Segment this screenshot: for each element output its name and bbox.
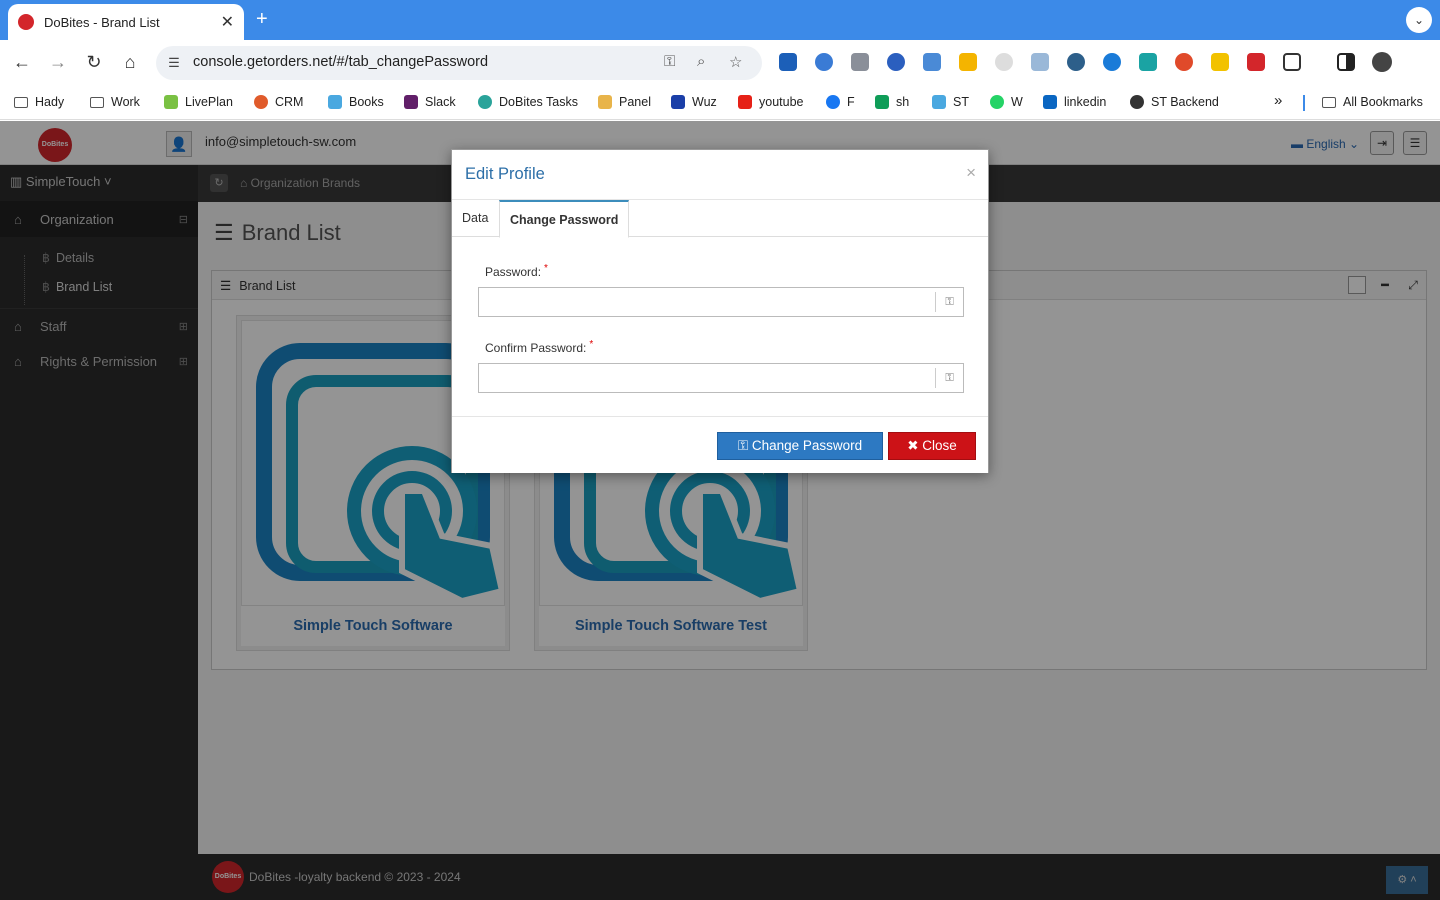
required-mark: *	[589, 339, 594, 350]
extension-icon-4[interactable]	[887, 53, 905, 71]
close-icon[interactable]: ×	[966, 163, 976, 183]
bookmarks-bar: Hady Work LivePlan CRM Books Slack DoBit…	[0, 86, 1440, 120]
new-tab-icon[interactable]: +	[256, 8, 268, 31]
tab-data[interactable]: Data	[452, 200, 498, 237]
close-tab-icon[interactable]: ✕	[221, 12, 234, 32]
password-label: Password: *	[485, 263, 548, 279]
bookmark-liveplan[interactable]: LivePlan	[164, 95, 233, 109]
bookmark-st-backend[interactable]: ST Backend	[1130, 95, 1219, 109]
browser-tab-bar: DoBites - Brand List ✕ + ⌄	[0, 0, 1440, 40]
extensions-puzzle-icon[interactable]	[1283, 53, 1301, 71]
extension-icon-11[interactable]	[1139, 53, 1157, 71]
tab-title: DoBites - Brand List	[44, 14, 160, 30]
app-root: DoBites 👤 info@simpletouch-sw.com ▬ Engl…	[0, 121, 1440, 900]
change-password-button[interactable]: ⚿ Change Password	[717, 432, 883, 460]
bookmark-hady[interactable]: Hady	[14, 95, 64, 109]
bookmark-slack[interactable]: Slack	[404, 95, 456, 109]
tasks-icon	[478, 95, 492, 109]
modal-footer: ⚿ Change Password ✖ Close	[452, 416, 988, 473]
youtube-icon	[738, 95, 752, 109]
dobites-favicon-icon	[18, 14, 34, 30]
edit-profile-modal: Edit Profile × Data Change Password Pass…	[451, 149, 989, 473]
password-input[interactable]	[479, 288, 935, 316]
modal-header: Edit Profile ×	[452, 150, 988, 200]
folder-icon	[1322, 96, 1336, 108]
confirm-password-input[interactable]	[479, 364, 935, 392]
key-icon: ⚿	[935, 368, 963, 388]
home-icon[interactable]: ⌂	[118, 52, 142, 73]
profile-avatar[interactable]	[1372, 52, 1392, 72]
sheets-icon	[875, 95, 889, 109]
bookmark-books[interactable]: Books	[328, 95, 384, 109]
bookmark-linkedin[interactable]: linkedin	[1043, 95, 1106, 109]
folder-icon	[14, 96, 28, 108]
close-icon: ✖	[907, 438, 923, 453]
back-icon[interactable]: ←	[10, 52, 34, 73]
bookmark-dobites-tasks[interactable]: DoBites Tasks	[478, 95, 578, 109]
extension-icon-7[interactable]	[995, 53, 1013, 71]
slack-icon	[404, 95, 418, 109]
modal-title: Edit Profile	[465, 165, 545, 183]
bookmark-youtube[interactable]: youtube	[738, 95, 803, 109]
wuz-icon	[671, 95, 685, 109]
address-bar[interactable]: ☰ console.getorders.net/#/tab_changePass…	[156, 46, 762, 80]
confirm-password-label: Confirm Password: *	[485, 339, 594, 355]
extension-icon-9[interactable]	[1067, 53, 1085, 71]
bookmark-work[interactable]: Work	[90, 95, 140, 109]
extension-icon-8[interactable]	[1031, 53, 1049, 71]
linkedin-icon	[1043, 95, 1057, 109]
edge-icon[interactable]	[1103, 53, 1121, 71]
required-mark: *	[544, 263, 548, 274]
url-text: console.getorders.net/#/tab_changePasswo…	[193, 54, 489, 70]
folder-icon	[90, 96, 104, 108]
liveplan-icon	[164, 95, 178, 109]
crm-icon	[254, 95, 268, 109]
key-icon: ⚿	[935, 292, 963, 312]
tab-change-password[interactable]: Change Password	[499, 200, 630, 238]
extension-icon-12[interactable]	[1175, 53, 1193, 71]
key-icon[interactable]: ⚿	[664, 53, 675, 70]
close-button[interactable]: ✖ Close	[888, 432, 976, 460]
reload-icon[interactable]: ↻	[82, 52, 106, 73]
books-icon	[328, 95, 342, 109]
google-ads-icon[interactable]	[959, 53, 977, 71]
bookmark-crm[interactable]: CRM	[254, 95, 303, 109]
extension-icon-1[interactable]	[779, 53, 797, 71]
bookmark-w[interactable]: W	[990, 95, 1023, 109]
bookmark-star-icon[interactable]: ☆	[729, 53, 742, 71]
browser-toolbar: ← → ↻ ⌂ ☰ console.getorders.net/#/tab_ch…	[0, 40, 1440, 114]
modal-tabs: Data Change Password	[452, 200, 988, 238]
zoom-icon[interactable]: ⌕	[697, 53, 705, 70]
panel-icon	[598, 95, 612, 109]
tab-search-chevron-icon[interactable]: ⌄	[1406, 7, 1432, 33]
site-info-icon[interactable]: ☰	[164, 53, 184, 73]
whatsapp-icon	[990, 95, 1004, 109]
all-bookmarks-folder[interactable]: All Bookmarks	[1322, 95, 1423, 109]
bookmark-facebook[interactable]: F	[826, 95, 855, 109]
more-bookmarks-chevron-icon[interactable]: »	[1274, 92, 1282, 109]
confirm-password-field: ⚿	[478, 363, 964, 393]
key-icon: ⚿	[737, 438, 752, 453]
extension-icon-2[interactable]	[815, 53, 833, 71]
calendar-extension-icon[interactable]	[1211, 53, 1229, 71]
password-field: ⚿	[478, 287, 964, 317]
globe-icon	[1130, 95, 1144, 109]
bookmark-wuz[interactable]: Wuz	[671, 95, 717, 109]
bookmark-sh[interactable]: sh	[875, 95, 909, 109]
side-panel-icon[interactable]	[1337, 53, 1355, 71]
forward-icon[interactable]: →	[46, 52, 70, 73]
pdf-icon[interactable]	[1247, 53, 1265, 71]
facebook-icon	[826, 95, 840, 109]
st-icon	[932, 95, 946, 109]
browser-tab[interactable]: DoBites - Brand List ✕	[8, 4, 244, 40]
extension-icon-3[interactable]	[851, 53, 869, 71]
bookmark-st[interactable]: ST	[932, 95, 969, 109]
bookmark-panel[interactable]: Panel	[598, 95, 651, 109]
extension-icon-5[interactable]	[923, 53, 941, 71]
bookmarks-divider	[1303, 95, 1305, 111]
